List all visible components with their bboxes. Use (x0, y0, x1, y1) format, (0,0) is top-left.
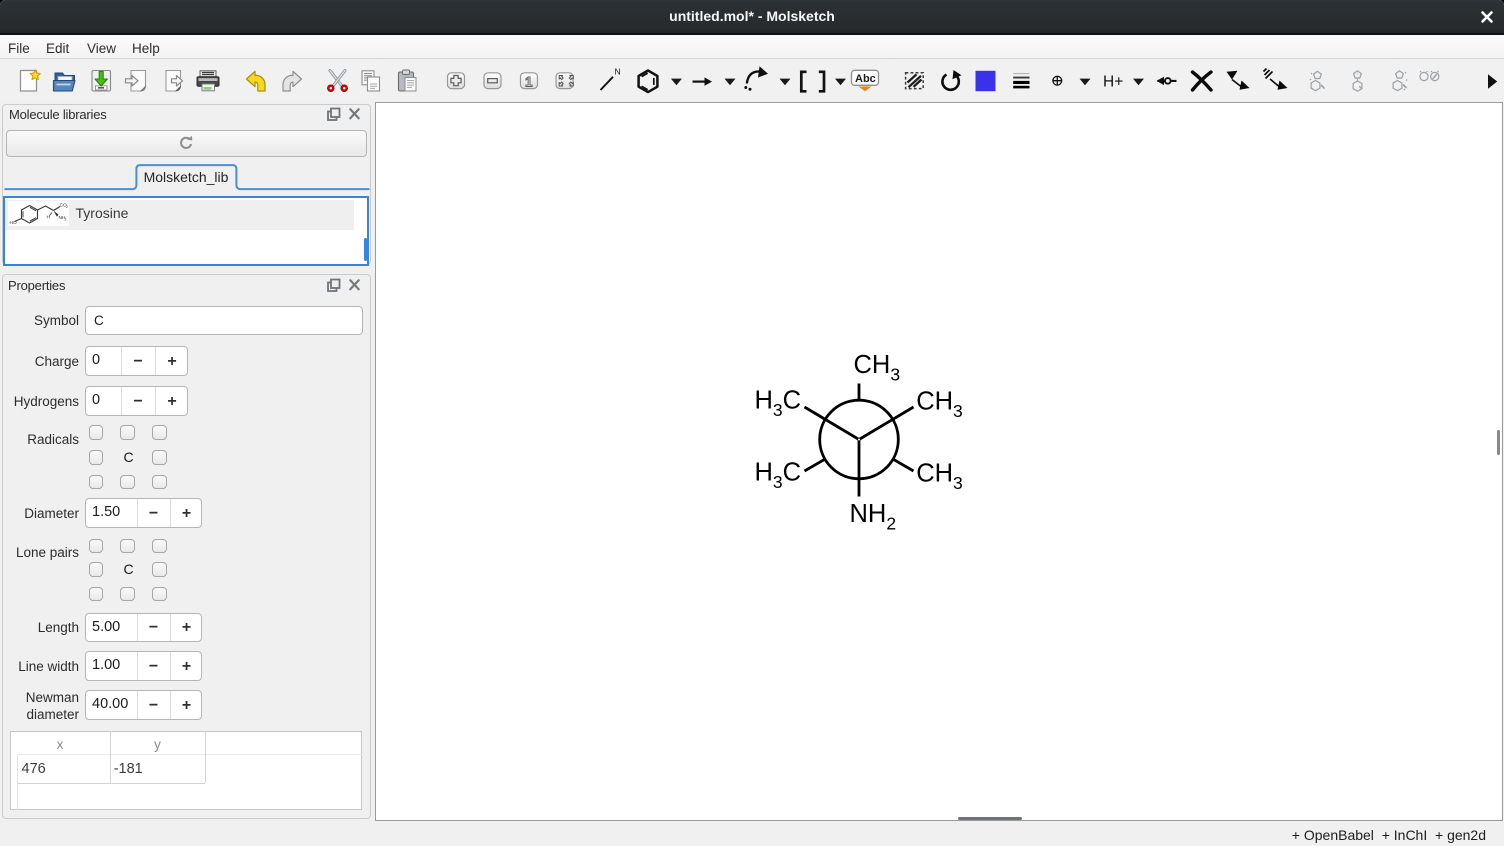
svg-text:H3C: H3C (755, 459, 802, 493)
svg-text:CH3: CH3 (916, 388, 963, 422)
svg-text:H3C: H3C (755, 387, 802, 421)
svg-text:CH3: CH3 (854, 351, 901, 385)
svg-text:NH2: NH2 (850, 500, 897, 534)
svg-text:CH3: CH3 (916, 460, 963, 494)
